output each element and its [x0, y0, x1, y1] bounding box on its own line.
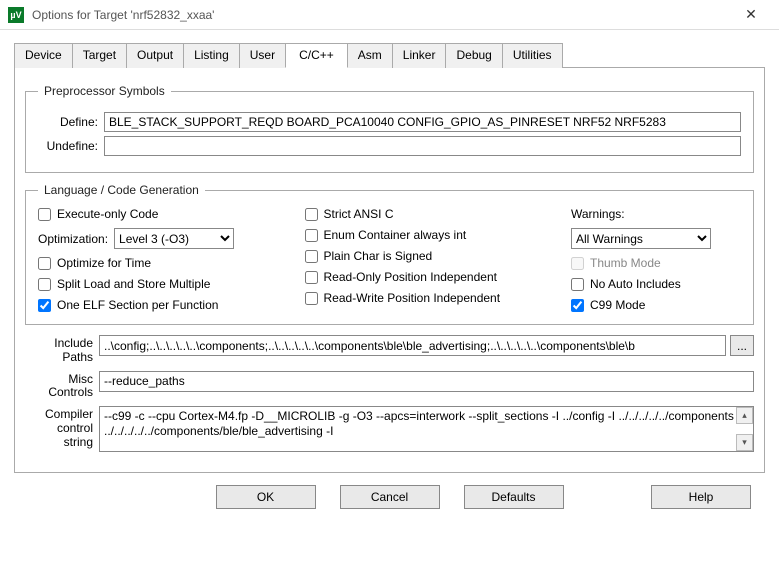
cancel-button[interactable]: Cancel	[340, 485, 440, 509]
one-elf-input[interactable]	[38, 299, 51, 312]
optimization-label: Optimization:	[38, 232, 108, 246]
warnings-select[interactable]: All Warnings	[571, 228, 711, 249]
strict-ansi-checkbox[interactable]: Strict ANSI C	[305, 207, 552, 221]
optimize-time-input[interactable]	[38, 257, 51, 270]
ro-pi-input[interactable]	[305, 271, 318, 284]
preprocessor-group: Preprocessor Symbols Define: Undefine:	[25, 84, 754, 173]
compiler-string-box: --c99 -c --cpu Cortex-M4.fp -D__MICROLIB…	[99, 406, 754, 452]
tab-body: Preprocessor Symbols Define: Undefine: L…	[14, 68, 765, 473]
one-elf-checkbox[interactable]: One ELF Section per Function	[38, 298, 285, 312]
include-paths-browse-button[interactable]: ...	[730, 335, 754, 356]
no-auto-includes-input[interactable]	[571, 278, 584, 291]
ok-button[interactable]: OK	[216, 485, 316, 509]
define-label: Define:	[38, 115, 104, 129]
tab-device[interactable]: Device	[14, 43, 73, 68]
strict-ansi-label: Strict ANSI C	[324, 207, 394, 221]
misc-controls-input[interactable]	[99, 371, 754, 392]
tab-debug[interactable]: Debug	[445, 43, 502, 68]
enum-int-input[interactable]	[305, 229, 318, 242]
thumb-label: Thumb Mode	[590, 256, 661, 270]
no-auto-includes-checkbox[interactable]: No Auto Includes	[571, 277, 741, 291]
window-title: Options for Target 'nrf52832_xxaa'	[32, 8, 731, 22]
close-icon: ✕	[745, 6, 757, 23]
rw-pi-label: Read-Write Position Independent	[324, 291, 501, 305]
rw-pi-checkbox[interactable]: Read-Write Position Independent	[305, 291, 552, 305]
optimization-select[interactable]: Level 3 (-O3)	[114, 228, 234, 249]
include-paths-label: Include Paths	[25, 335, 95, 365]
one-elf-label: One ELF Section per Function	[57, 298, 218, 312]
tab-c-cpp[interactable]: C/C++	[285, 43, 348, 68]
execute-only-label: Execute-only Code	[57, 207, 158, 221]
enum-int-label: Enum Container always int	[324, 228, 467, 242]
plain-char-input[interactable]	[305, 250, 318, 263]
c99-checkbox[interactable]: C99 Mode	[571, 298, 741, 312]
close-button[interactable]: ✕	[731, 1, 771, 29]
c99-input[interactable]	[571, 299, 584, 312]
execute-only-checkbox[interactable]: Execute-only Code	[38, 207, 285, 221]
tab-linker[interactable]: Linker	[392, 43, 447, 68]
no-auto-includes-label: No Auto Includes	[590, 277, 681, 291]
plain-char-checkbox[interactable]: Plain Char is Signed	[305, 249, 552, 263]
c99-label: C99 Mode	[590, 298, 645, 312]
compiler-string-text: --c99 -c --cpu Cortex-M4.fp -D__MICROLIB…	[104, 409, 745, 438]
tab-listing[interactable]: Listing	[183, 43, 240, 68]
thumb-checkbox: Thumb Mode	[571, 256, 741, 270]
execute-only-input[interactable]	[38, 208, 51, 221]
compiler-string-label: Compiler control string	[25, 406, 95, 449]
thumb-input	[571, 257, 584, 270]
include-paths-input[interactable]	[99, 335, 726, 356]
ro-pi-checkbox[interactable]: Read-Only Position Independent	[305, 270, 552, 284]
defaults-button[interactable]: Defaults	[464, 485, 564, 509]
split-load-label: Split Load and Store Multiple	[57, 277, 210, 291]
warnings-label: Warnings:	[571, 207, 741, 221]
scroll-down-icon[interactable]: ▾	[736, 434, 753, 451]
optimize-time-checkbox[interactable]: Optimize for Time	[38, 256, 285, 270]
ro-pi-label: Read-Only Position Independent	[324, 270, 497, 284]
enum-int-checkbox[interactable]: Enum Container always int	[305, 228, 552, 242]
language-legend: Language / Code Generation	[38, 183, 205, 197]
tab-output[interactable]: Output	[126, 43, 184, 68]
strict-ansi-input[interactable]	[305, 208, 318, 221]
compiler-scrollbar[interactable]: ▴ ▾	[736, 407, 753, 451]
plain-char-label: Plain Char is Signed	[324, 249, 433, 263]
tab-user[interactable]: User	[239, 43, 286, 68]
app-icon: µV	[8, 7, 24, 23]
button-bar: OK Cancel Defaults Help	[14, 473, 765, 515]
misc-controls-label: Misc Controls	[25, 371, 95, 401]
define-input[interactable]	[104, 112, 741, 132]
titlebar: µV Options for Target 'nrf52832_xxaa' ✕	[0, 0, 779, 30]
undefine-label: Undefine:	[38, 139, 104, 153]
tab-target[interactable]: Target	[72, 43, 127, 68]
undefine-input[interactable]	[104, 136, 741, 156]
optimize-time-label: Optimize for Time	[57, 256, 151, 270]
rw-pi-input[interactable]	[305, 292, 318, 305]
language-group: Language / Code Generation Execute-only …	[25, 183, 754, 325]
tab-utilities[interactable]: Utilities	[502, 43, 563, 68]
help-button[interactable]: Help	[651, 485, 751, 509]
tab-strip: Device Target Output Listing User C/C++ …	[14, 42, 765, 68]
scroll-up-icon[interactable]: ▴	[736, 407, 753, 424]
preprocessor-legend: Preprocessor Symbols	[38, 84, 171, 98]
tab-asm[interactable]: Asm	[347, 43, 393, 68]
split-load-input[interactable]	[38, 278, 51, 291]
split-load-checkbox[interactable]: Split Load and Store Multiple	[38, 277, 285, 291]
